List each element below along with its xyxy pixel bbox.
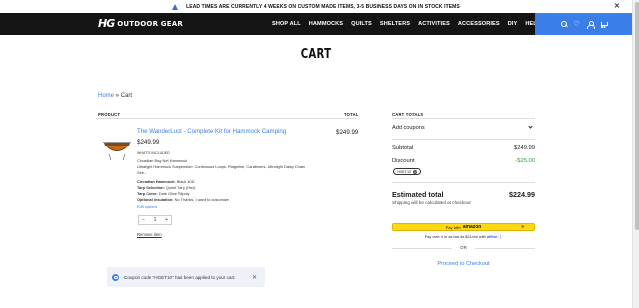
quantity-stepper: − 1 + — [138, 215, 172, 225]
option-label: Tarp Color: — [137, 191, 158, 196]
totals-divider — [392, 139, 535, 140]
cart-icon[interactable] — [600, 21, 608, 28]
option-label: Circadian Hammock: — [137, 179, 176, 184]
qty-increase-button[interactable]: + — [165, 217, 168, 223]
main-nav: SHOP ALL HAMMOCKS QUILTS SHELTERS ACTIVI… — [272, 13, 549, 35]
breadcrumb-home[interactable]: Home — [98, 93, 114, 99]
announcement-text: LEAD TIMES ARE CURRENTLY 4 WEEKS ON CUST… — [186, 3, 460, 10]
option-value: Dark Olive Silpoly — [158, 191, 190, 196]
coupon-applied-notice: Coupon code "HGET10" has been applied to… — [107, 267, 265, 287]
table-divider — [98, 118, 357, 119]
included-heading: WHAT'S INCLUDED — [137, 151, 170, 155]
edit-options-link[interactable]: Edit options — [137, 204, 157, 209]
option-label: Tarp Selection: — [137, 185, 165, 190]
close-icon[interactable]: ✕ — [614, 2, 620, 10]
product-image[interactable] — [103, 134, 131, 161]
affirm-text: Pay over 4 or as low as $21/mo with — [424, 235, 486, 239]
estimated-total-label: Estimated total — [392, 190, 444, 199]
affirm-logo: affirm — [486, 235, 498, 239]
logo-mark: HG — [98, 17, 115, 30]
logo[interactable]: HG OUTDOOR GEAR — [98, 17, 183, 30]
subtotal-value: $249.99 — [514, 145, 535, 151]
discount-value: -$25.00 — [515, 158, 535, 164]
close-icon[interactable]: ✕ — [252, 274, 257, 281]
product-price: $249.99 — [137, 139, 160, 146]
heart-icon[interactable]: ♡ — [574, 21, 581, 28]
option-line: Tarp Color: Dark Olive Silpoly — [137, 191, 189, 196]
option-value: Black 40D — [176, 179, 195, 184]
search-icon[interactable] — [560, 20, 568, 28]
qty-value[interactable]: 1 — [154, 217, 157, 223]
nav-accessories[interactable]: ACCESSORIES — [458, 21, 500, 27]
or-divider: OR — [392, 245, 535, 251]
notice-text: Coupon code "HGET10" has been applied to… — [124, 274, 236, 280]
amazon-logo: amazon — [462, 224, 482, 230]
nav-quilts[interactable]: QUILTS — [351, 21, 372, 27]
qty-decrease-button[interactable]: − — [142, 217, 145, 223]
warning-icon — [172, 3, 179, 10]
see-more-link[interactable]: See... — [137, 170, 147, 175]
cart-totals-header: CART TOTALS — [392, 112, 424, 117]
user-icon[interactable] — [587, 20, 595, 29]
remove-item-link[interactable]: Remove item — [137, 232, 162, 237]
discount-row: Discount -$25.00 — [392, 158, 535, 164]
option-label: Optional Insulation: — [137, 197, 174, 202]
shipping-note: Shipping will be calculated at checkout — [392, 200, 471, 205]
discount-label: Discount — [392, 158, 415, 164]
product-name-link[interactable]: The WanderLust - Complete Kit for Hammoc… — [137, 128, 286, 135]
add-coupons-toggle[interactable]: Add coupons — [392, 124, 534, 134]
double-chevron-icon: » — [521, 224, 524, 230]
nav-hammocks[interactable]: HAMMOCKS — [309, 21, 343, 27]
scrollbar[interactable] — [632, 0, 639, 308]
option-value: No Thanks, I want to customize — [174, 197, 229, 202]
breadcrumb: Home » Cart — [98, 93, 132, 99]
site-header: HG OUTDOOR GEAR SHOP ALL HAMMOCKS QUILTS… — [0, 13, 632, 35]
product-header: PRODUCT — [98, 112, 121, 117]
page-title: CART — [300, 47, 332, 62]
remove-coupon-icon[interactable]: × — [412, 169, 417, 174]
coupon-code: HGET10 — [397, 169, 411, 174]
coupon-chip: HGET10 × — [393, 168, 421, 175]
announcement-bar: LEAD TIMES ARE CURRENTLY 4 WEEKS ON CUST… — [0, 0, 632, 13]
estimated-total-value: $224.99 — [509, 190, 535, 199]
totals-divider — [392, 182, 535, 183]
header-tools: ♡ — [535, 13, 632, 35]
nav-shelters[interactable]: SHELTERS — [380, 21, 410, 27]
breadcrumb-current: Cart — [120, 93, 133, 99]
nav-shop-all[interactable]: SHOP ALL — [272, 21, 301, 27]
scrollbar-thumb[interactable] — [634, 2, 639, 230]
total-header: TOTAL — [344, 112, 359, 117]
add-coupons-label: Add coupons — [392, 125, 425, 131]
option-value: Quest Tarp (Hex) — [165, 185, 196, 190]
amazon-pay-prefix: Pay with — [445, 224, 461, 230]
affirm-message: Pay over 4 or as low as $21/mo with affi… — [392, 235, 535, 240]
subtotal-row: Subtotal $249.99 — [392, 145, 535, 151]
nav-diy[interactable]: DIY — [508, 21, 518, 27]
chevron-down-icon — [528, 124, 533, 129]
included-item: Circadian Bug Net Hammock — [137, 158, 188, 163]
estimated-total-row: Estimated total $224.99 — [392, 190, 535, 199]
option-line: Optional Insulation: No Thanks, I want t… — [137, 197, 229, 202]
or-label: OR — [460, 245, 467, 250]
included-item: Ultralight Hammock Suspension: Continuou… — [137, 164, 306, 169]
nav-activities[interactable]: ACTIVITIES — [418, 21, 450, 27]
amazon-pay-button[interactable]: Pay with amazon » — [392, 223, 535, 231]
info-icon[interactable]: ⓘ — [498, 235, 502, 239]
proceed-to-checkout-button[interactable]: Proceed to Checkout — [392, 261, 535, 267]
option-line: Tarp Selection: Quest Tarp (Hex) — [137, 185, 195, 190]
totals-divider — [392, 118, 535, 119]
breadcrumb-separator: » — [114, 93, 121, 99]
option-line: Circadian Hammock: Black 40D — [137, 179, 195, 184]
line-total: $249.99 — [336, 129, 359, 136]
info-icon — [112, 273, 119, 281]
logo-text: OUTDOOR GEAR — [117, 19, 183, 28]
subtotal-label: Subtotal — [392, 145, 414, 151]
